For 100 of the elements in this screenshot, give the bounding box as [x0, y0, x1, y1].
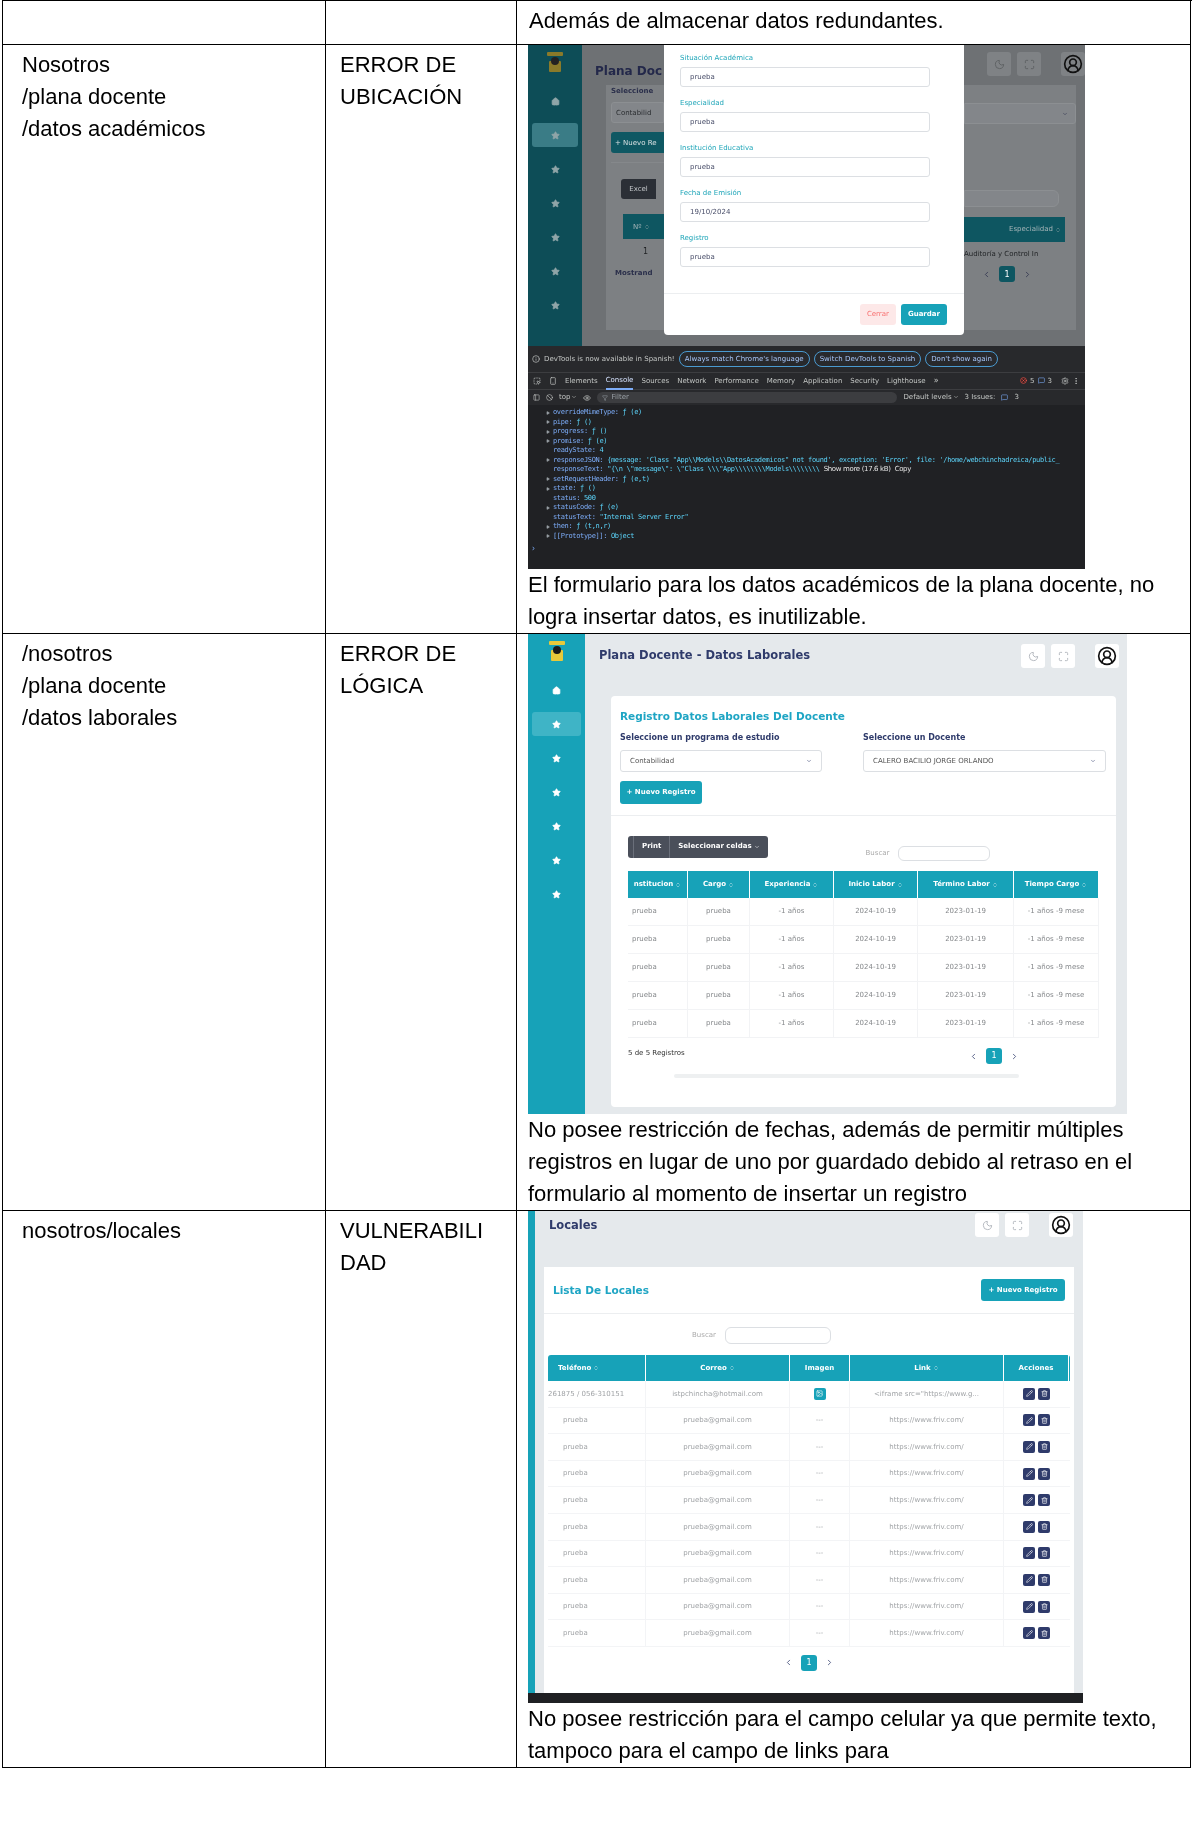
caret-icon: [753, 843, 760, 850]
delete-button[interactable]: [1038, 1547, 1050, 1560]
delete-button[interactable]: [1038, 1494, 1050, 1507]
sort-icon: [675, 881, 682, 888]
star-icon: [552, 787, 561, 797]
expand-arrow-icon[interactable]: [546, 458, 550, 463]
trash-icon: [1040, 1576, 1048, 1584]
info-icon: [532, 355, 540, 363]
edit-button[interactable]: [1023, 1387, 1035, 1400]
sort-icon: [896, 881, 903, 888]
page-button[interactable]: 1: [999, 266, 1015, 283]
delete-button[interactable]: [1038, 1573, 1050, 1586]
delete-button[interactable]: [1038, 1414, 1050, 1427]
clear-console-icon[interactable]: [546, 394, 553, 401]
star-nav-item[interactable]: [532, 123, 578, 147]
more-tabs-button[interactable]: »: [933, 376, 939, 386]
field-label: Seleccione un Docente: [863, 732, 967, 743]
pencil-icon: [1025, 1496, 1033, 1504]
avatar-button[interactable]: [1095, 644, 1119, 668]
next-page-icon[interactable]: [1010, 1051, 1019, 1061]
device-icon[interactable]: [549, 377, 557, 385]
description-text: No posee restricción para el campo celular ya que permite texto, tampoco para el campo de links para: [528, 1705, 1158, 1765]
sidebar-toggle-icon[interactable]: [533, 394, 540, 401]
page-title: Locales: [549, 1219, 598, 1233]
avatar-icon: [1051, 1215, 1071, 1235]
caret-icon: [806, 758, 812, 765]
expand-arrow-icon[interactable]: [546, 477, 550, 482]
delete-button[interactable]: [1038, 1627, 1050, 1640]
console-prompt[interactable]: ›: [531, 544, 1085, 554]
star-icon: [550, 198, 560, 208]
caret-icon: [1062, 110, 1068, 117]
star-nav-item[interactable]: [532, 712, 581, 736]
trash-icon: [1040, 1470, 1048, 1478]
sort-icon: [728, 881, 735, 888]
card-title: Registro Datos Laborales Del Docente: [620, 710, 846, 723]
error-type-text: VULNERABILIDAD: [340, 1218, 484, 1275]
delete-button[interactable]: [1038, 1600, 1050, 1613]
moon-icon: [1027, 650, 1039, 662]
image-thumbnail-button[interactable]: [813, 1387, 826, 1400]
edit-button[interactable]: [1023, 1547, 1035, 1560]
route-text: /datos académicos: [22, 115, 207, 143]
expand-arrow-icon[interactable]: [546, 486, 550, 491]
delete-button[interactable]: [1038, 1441, 1050, 1453]
trash-icon: [1040, 1443, 1048, 1451]
expand-arrow-icon[interactable]: [546, 420, 550, 425]
message-icon: [1037, 377, 1045, 385]
note-text: Además de almacenar datos redundantes.: [529, 8, 944, 33]
delete-button[interactable]: [1038, 1467, 1050, 1480]
route-text: /plana docente: [22, 83, 168, 111]
star-icon: [550, 164, 560, 174]
avatar-button[interactable]: [1049, 1213, 1073, 1237]
avatar-icon: [1063, 54, 1083, 74]
trash-icon: [1040, 1603, 1048, 1611]
error-type-text: ERROR DE LÓGICA: [340, 641, 457, 698]
pencil-icon: [1025, 1523, 1033, 1531]
next-page-icon[interactable]: [825, 1658, 834, 1668]
eye-icon[interactable]: [583, 393, 592, 402]
star-icon: [552, 855, 561, 865]
star-icon: [550, 130, 560, 140]
expand-arrow-icon[interactable]: [546, 534, 550, 539]
expand-arrow-icon[interactable]: [546, 439, 550, 444]
pencil-icon: [1025, 1576, 1033, 1584]
expand-arrow-icon[interactable]: [546, 505, 550, 510]
trash-icon: [1040, 1549, 1048, 1557]
home-icon: [550, 96, 560, 106]
trash-icon: [1040, 1523, 1048, 1531]
edit-button[interactable]: [1023, 1627, 1035, 1640]
expand-arrow-icon[interactable]: [546, 524, 550, 529]
select-field[interactable]: [964, 103, 1076, 124]
avatar-icon: [1097, 646, 1117, 666]
trash-icon: [1040, 1416, 1048, 1424]
edit-button[interactable]: [1023, 1600, 1035, 1613]
inspect-icon[interactable]: [533, 377, 541, 385]
menu-icon[interactable]: [1072, 377, 1080, 385]
caret-icon: [952, 394, 959, 401]
expand-arrow-icon[interactable]: [546, 429, 550, 434]
home-icon: [552, 685, 561, 695]
star-icon: [552, 821, 561, 831]
edit-button[interactable]: [1023, 1414, 1035, 1427]
previous-page-icon[interactable]: [969, 1051, 978, 1061]
pencil-icon: [1025, 1443, 1033, 1451]
route-text: /nosotros: [22, 640, 114, 668]
previous-page-icon[interactable]: [784, 1658, 793, 1668]
edit-button[interactable]: [1023, 1467, 1035, 1480]
edit-button[interactable]: [1023, 1494, 1035, 1507]
pencil-icon: [1025, 1629, 1033, 1637]
star-icon: [552, 719, 561, 729]
edit-button[interactable]: [1023, 1520, 1035, 1533]
delete-button[interactable]: [1038, 1387, 1050, 1400]
trash-icon: [1040, 1390, 1048, 1398]
delete-button[interactable]: [1038, 1520, 1050, 1533]
sort-icon: [1081, 881, 1088, 888]
search-field[interactable]: [964, 190, 1059, 207]
trash-icon: [1040, 1496, 1048, 1504]
description-text: No posee restricción de fechas, además de permitir múltiples registros en lugar de uno por guardado debido al retraso en el formulario al momento de insertar un registro: [528, 1116, 1134, 1208]
moon-icon: [993, 58, 1005, 70]
edit-button[interactable]: [1023, 1573, 1035, 1586]
expand-arrow-icon[interactable]: [546, 410, 550, 415]
settings-icon[interactable]: [1061, 377, 1069, 385]
edit-button[interactable]: [1023, 1441, 1035, 1453]
